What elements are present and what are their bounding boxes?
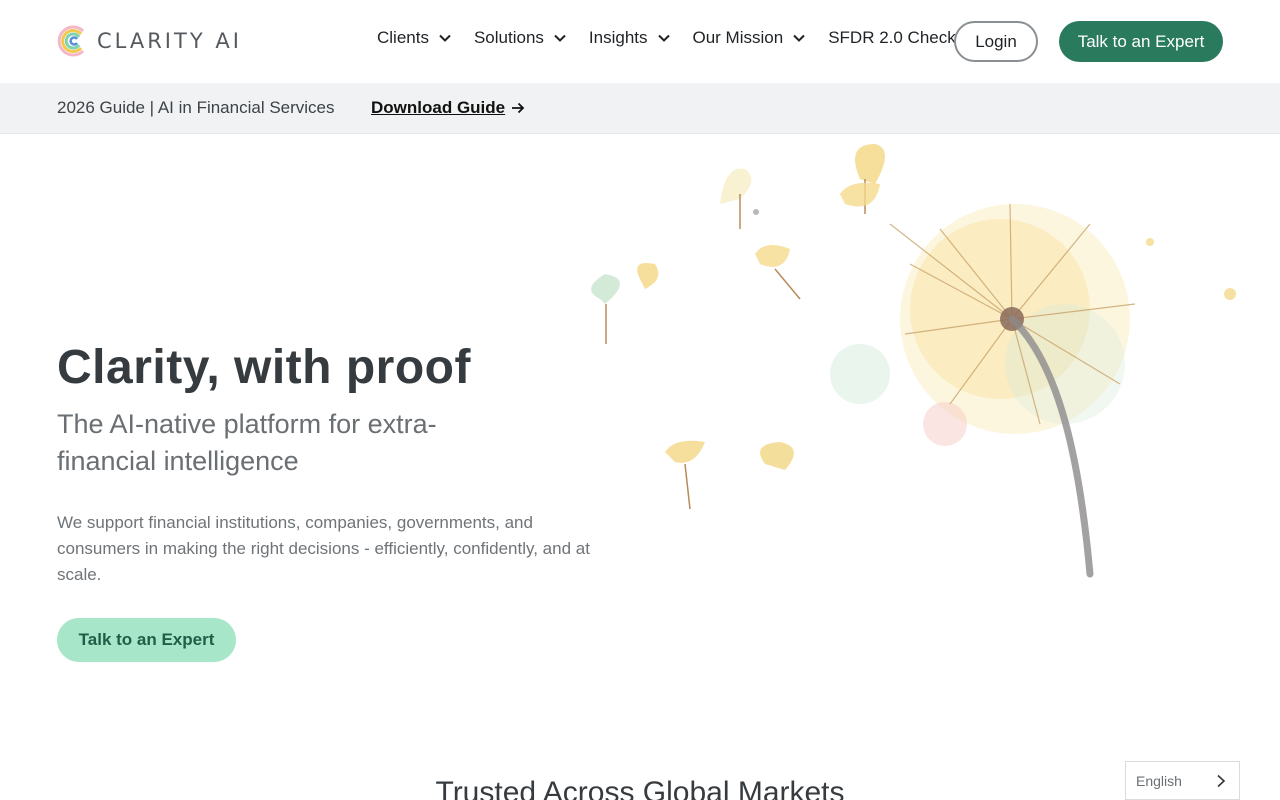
login-button[interactable]: Login <box>954 21 1038 62</box>
chevron-right-icon <box>1217 774 1226 788</box>
language-selected: English <box>1136 772 1182 789</box>
hero-subtitle: The AI-native platform for extra-financi… <box>57 409 437 476</box>
nav-item-label: Our Mission <box>692 28 784 47</box>
dandelion-illustration <box>591 144 1236 578</box>
brand-name: CLARITY AI <box>97 29 242 53</box>
chevron-down-icon <box>554 34 566 42</box>
nav-item-label: Solutions <box>473 28 544 47</box>
nav-item-label: Insights <box>588 28 648 47</box>
nav-item-insights[interactable]: Insights <box>589 28 671 48</box>
talk-to-expert-header-button[interactable]: Talk to an Expert <box>1059 21 1223 62</box>
section-heading: Trusted Across Global Markets <box>435 776 845 800</box>
hero-title: Clarity, with proof <box>57 341 471 394</box>
chevron-down-icon <box>439 34 451 42</box>
nav-item-solutions[interactable]: Solutions <box>474 28 567 48</box>
nav-item-our-mission[interactable]: Our Mission <box>693 28 807 48</box>
site-header: CLARITY AI Clients Solutions Insights Ou… <box>0 0 1280 83</box>
arrow-right-icon <box>512 102 525 114</box>
download-guide-label: Download Guide <box>371 98 506 117</box>
nav-item-label: Clients <box>377 28 429 47</box>
announcement-banner: 2026 Guide | AI in Financial Services Do… <box>0 83 1280 134</box>
nav-item-sfdr-check[interactable]: SFDR 2.0 Check <box>828 28 956 48</box>
brand-logo[interactable]: CLARITY AI <box>57 23 242 59</box>
nav-item-clients[interactable]: Clients <box>377 28 452 48</box>
hero-description: We support financial institutions, compa… <box>57 513 590 584</box>
nav-item-label: SFDR 2.0 Check <box>828 28 956 47</box>
main-nav: Clients Solutions Insights Our Mission S… <box>377 28 956 48</box>
clarity-logo-icon <box>57 25 85 57</box>
language-selector[interactable]: English <box>1125 761 1240 800</box>
chevron-down-icon <box>793 34 805 42</box>
download-guide-link[interactable]: Download Guide <box>371 98 525 118</box>
talk-to-expert-hero-button[interactable]: Talk to an Expert <box>57 618 236 662</box>
banner-text: 2026 Guide | AI in Financial Services <box>57 98 335 117</box>
chevron-down-icon <box>657 34 670 42</box>
